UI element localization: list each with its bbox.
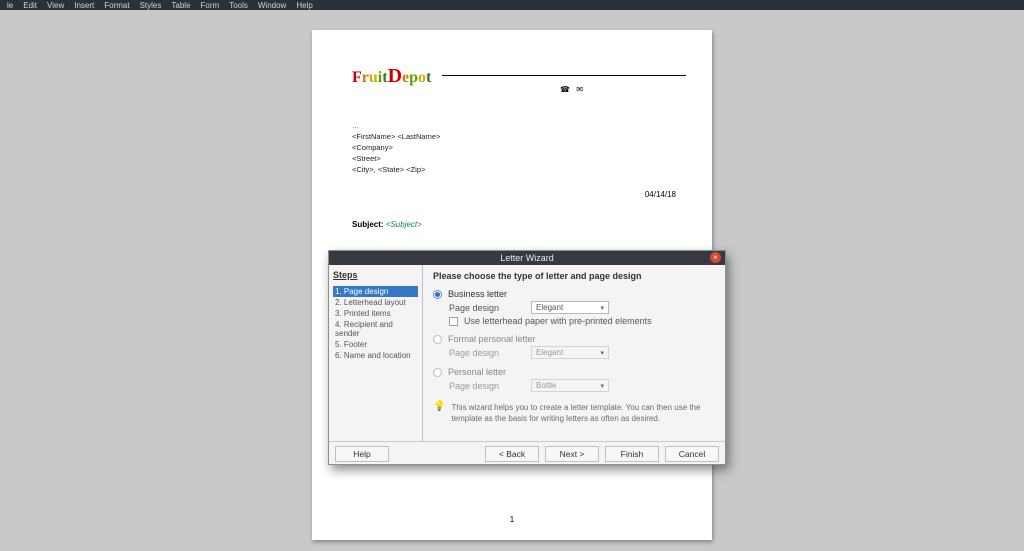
addr-line: <Company> <box>352 142 440 153</box>
lightbulb-icon: 💡 <box>433 401 445 424</box>
wizard-content: Please choose the type of letter and pag… <box>423 265 725 441</box>
label-preprinted-letterhead: Use letterhead paper with pre-printed el… <box>464 316 652 326</box>
menu-view[interactable]: View <box>42 1 69 10</box>
select-business-page-design[interactable]: Elegant ▾ <box>531 301 609 314</box>
recipient-address-block: <FirstName> <LastName> <Company> <Street… <box>352 131 440 175</box>
step-page-design[interactable]: 1. Page design <box>333 286 418 297</box>
wizard-heading: Please choose the type of letter and pag… <box>433 271 715 281</box>
subject-mergefield: <Subject> <box>386 220 422 229</box>
label-page-design: Page design <box>449 303 499 313</box>
wizard-steps-panel: Steps 1. Page design 2. Letterhead layou… <box>329 265 423 441</box>
step-footer[interactable]: 5. Footer <box>333 339 418 350</box>
sender-ellipsis: … <box>352 123 359 130</box>
finish-button[interactable]: Finish <box>605 446 659 462</box>
menu-tools[interactable]: Tools <box>224 1 253 10</box>
label-formal-personal-letter: Formal personal letter <box>448 334 536 344</box>
step-letterhead-layout[interactable]: 2. Letterhead layout <box>333 297 418 308</box>
menu-form[interactable]: Form <box>196 1 225 10</box>
menu-help[interactable]: Help <box>291 1 317 10</box>
select-formal-page-design[interactable]: Elegant ▾ <box>531 346 609 359</box>
letter-wizard-dialog: Letter Wizard × Steps 1. Page design 2. … <box>328 250 726 465</box>
addr-line: <Street> <box>352 153 440 164</box>
wizard-hint: 💡 This wizard helps you to create a lett… <box>433 402 715 424</box>
steps-heading: Steps <box>333 270 418 280</box>
menu-insert[interactable]: Insert <box>69 1 99 10</box>
menu-edit[interactable]: Edit <box>18 1 42 10</box>
label-page-design: Page design <box>449 381 499 391</box>
back-button[interactable]: < Back <box>485 446 539 462</box>
addr-line: <FirstName> <LastName> <box>352 131 440 142</box>
menu-styles[interactable]: Styles <box>135 1 167 10</box>
wizard-footer: Help < Back Next > Finish Cancel <box>329 441 725 465</box>
menu-window[interactable]: Window <box>253 1 291 10</box>
radio-personal-letter[interactable] <box>433 368 442 377</box>
close-icon[interactable]: × <box>710 252 721 263</box>
subject-label: Subject: <box>352 220 384 229</box>
step-printed-items[interactable]: 3. Printed items <box>333 308 418 319</box>
next-button[interactable]: Next > <box>545 446 599 462</box>
wizard-title: Letter Wizard <box>500 253 554 263</box>
wizard-hint-text: This wizard helps you to create a letter… <box>451 402 715 424</box>
select-personal-page-design[interactable]: Bottle ▾ <box>531 379 609 392</box>
page-number: 1 <box>510 515 514 524</box>
help-button[interactable]: Help <box>335 446 389 462</box>
step-recipient-sender[interactable]: 4. Recipient and sender <box>333 319 418 339</box>
subject-line: Subject: <Subject> <box>352 220 422 229</box>
label-page-design: Page design <box>449 348 499 358</box>
radio-formal-personal-letter[interactable] <box>433 335 442 344</box>
wizard-titlebar[interactable]: Letter Wizard × <box>329 251 725 265</box>
date-field: 04/14/18 <box>645 190 676 199</box>
chevron-down-icon: ▾ <box>601 382 605 390</box>
menu-table[interactable]: Table <box>166 1 195 10</box>
addr-line: <City>, <State> <Zip> <box>352 164 440 175</box>
label-personal-letter: Personal letter <box>448 367 506 377</box>
label-business-letter: Business letter <box>448 289 507 299</box>
checkbox-preprinted-letterhead[interactable] <box>449 317 458 326</box>
radio-business-letter[interactable] <box>433 290 442 299</box>
menubar: le Edit View Insert Format Styles Table … <box>0 0 1024 10</box>
chevron-down-icon: ▾ <box>601 349 605 357</box>
contact-icons: ☎ ✉ <box>560 85 585 94</box>
cancel-button[interactable]: Cancel <box>665 446 719 462</box>
chevron-down-icon: ▾ <box>601 304 605 312</box>
logo-fruitdepot: FruitDepot <box>352 65 431 88</box>
step-name-location[interactable]: 6. Name and location <box>333 350 418 361</box>
menu-format[interactable]: Format <box>99 1 134 10</box>
menu-file[interactable]: le <box>2 1 18 10</box>
header-rule <box>442 75 686 76</box>
